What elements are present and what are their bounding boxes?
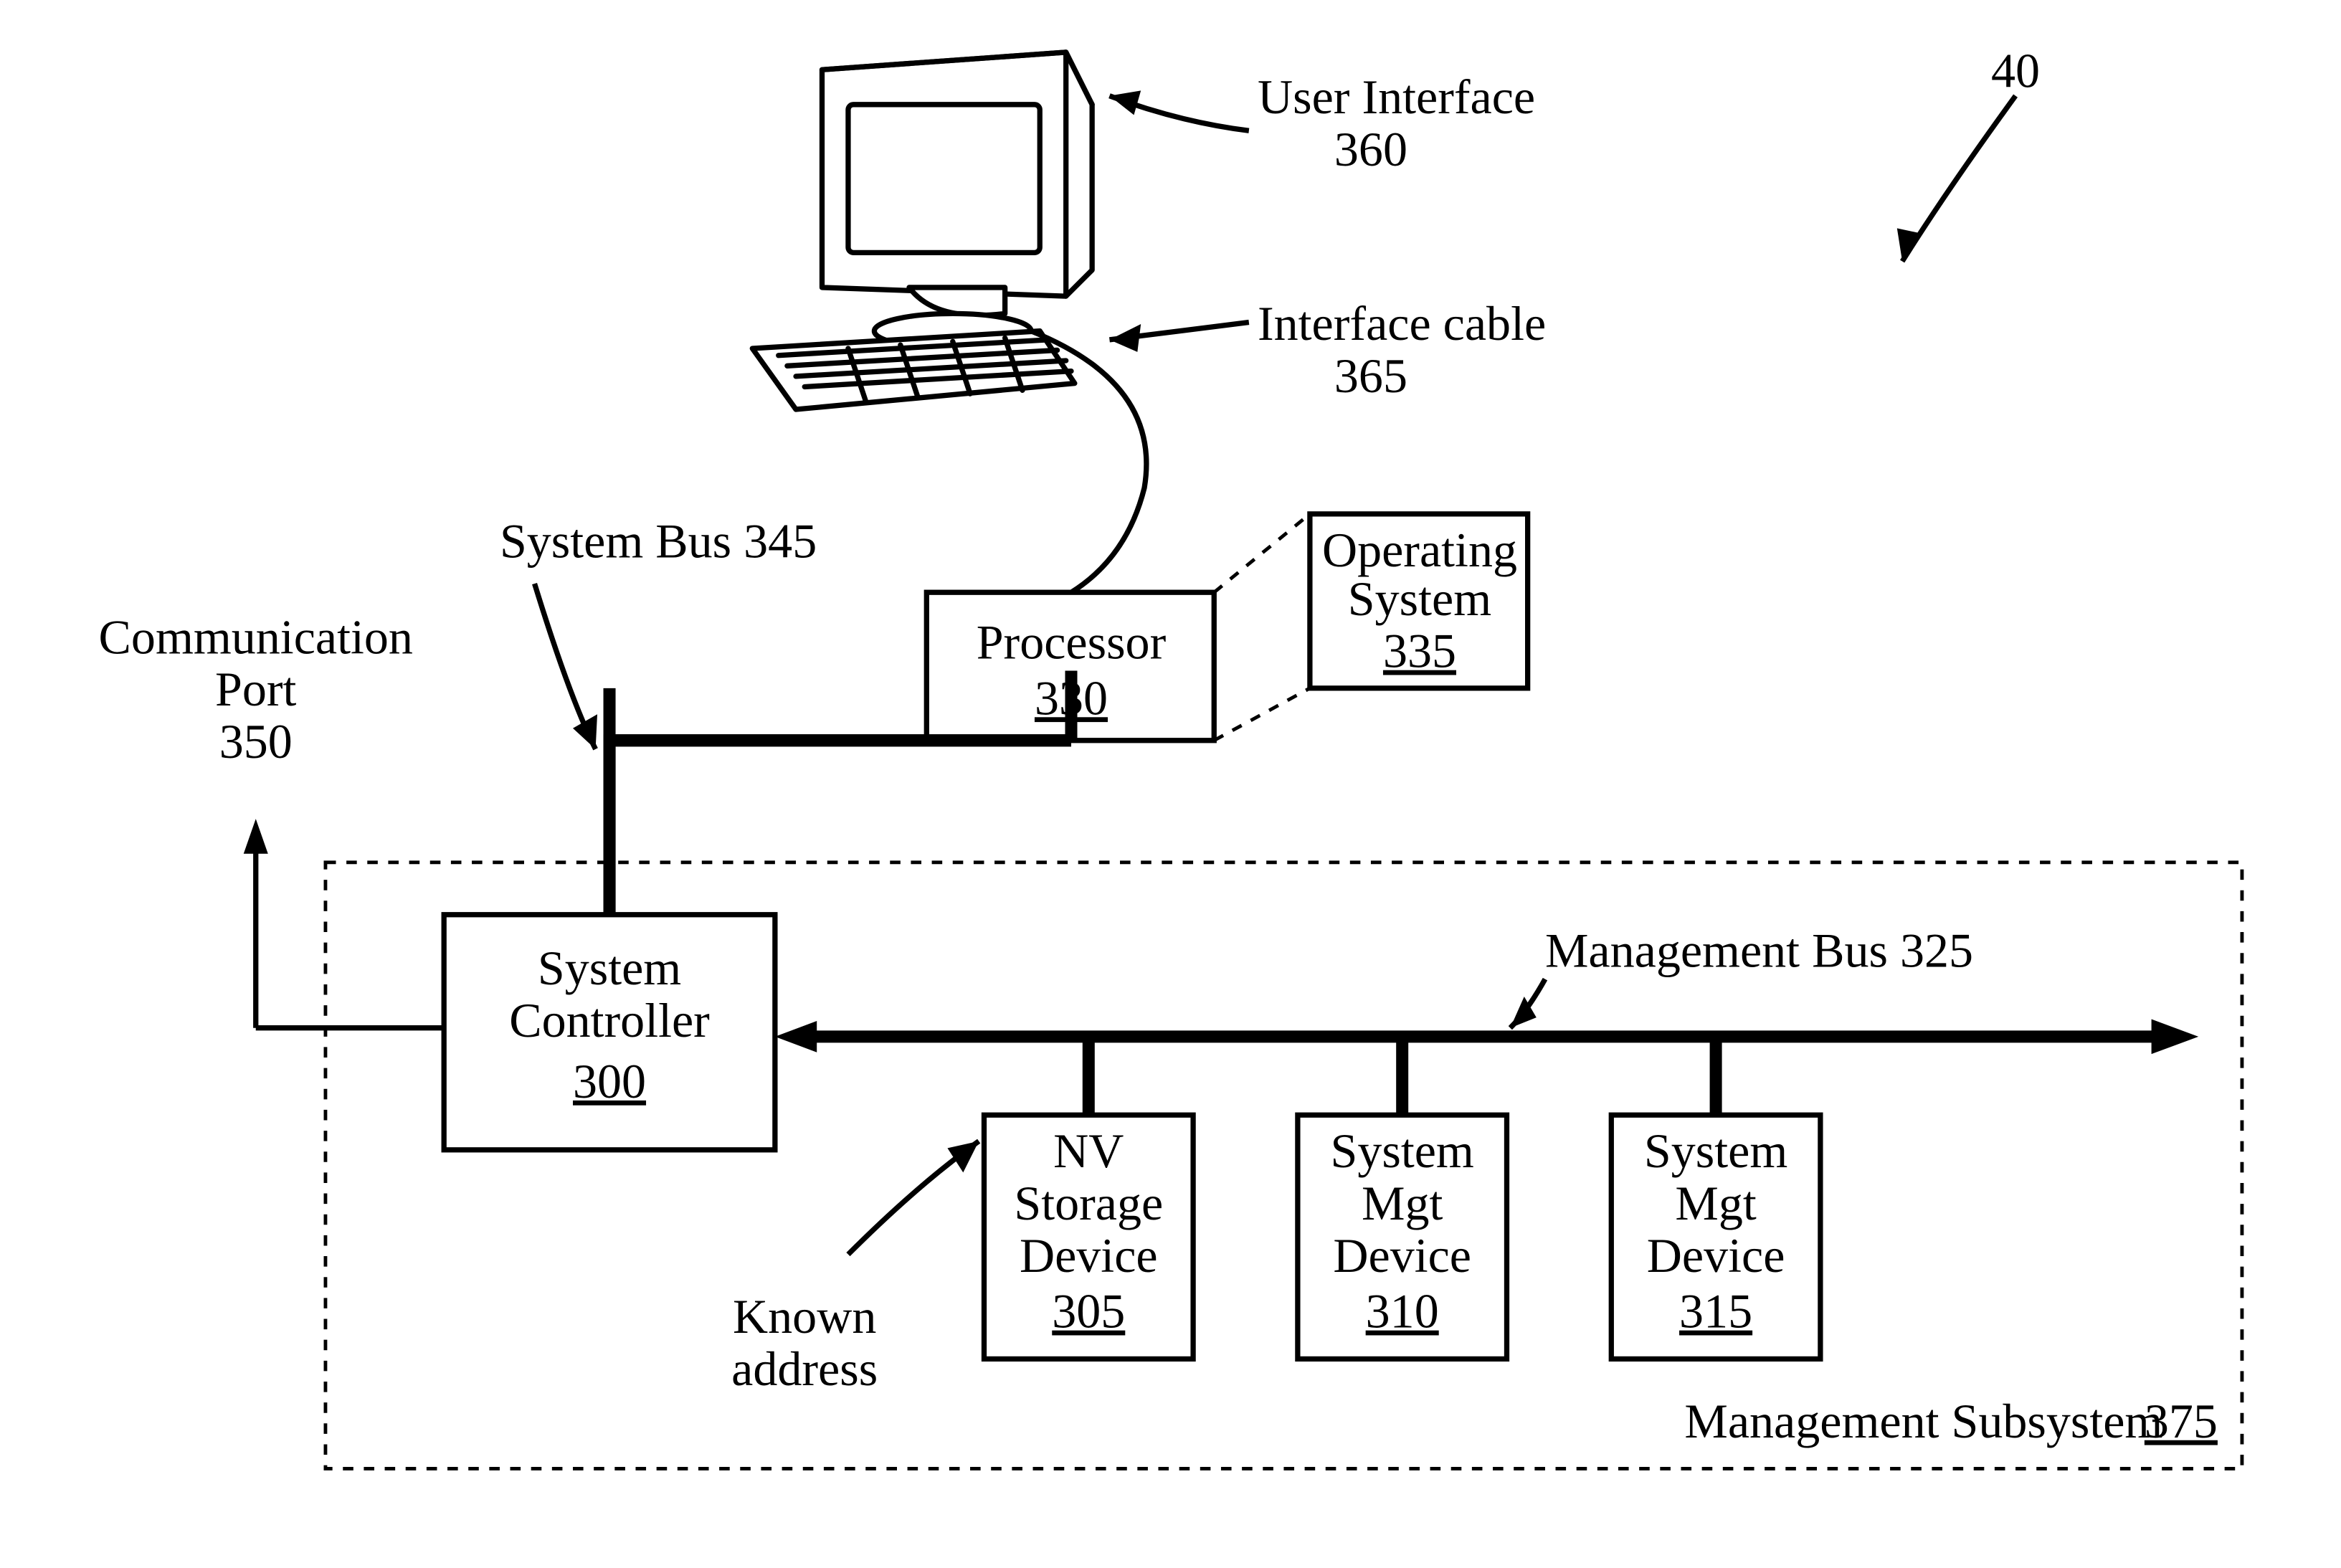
nv-l2: Storage bbox=[1014, 1176, 1163, 1230]
subsys-name: Management Subsystem bbox=[1684, 1394, 2162, 1448]
cable-label: Interface cable bbox=[1258, 296, 1546, 351]
nv-num: 305 bbox=[1052, 1284, 1125, 1339]
ui-num: 360 bbox=[1334, 122, 1407, 176]
os-dash-top bbox=[1214, 514, 1310, 592]
ui-label: User Interface bbox=[1258, 70, 1535, 124]
smd1-l2: Mgt bbox=[1362, 1176, 1443, 1230]
controller-l2: Controller bbox=[509, 993, 710, 1047]
architecture-diagram: 40 User Interface 360 Interface cable 3 bbox=[0, 0, 2341, 1568]
commport-num: 350 bbox=[219, 714, 293, 769]
processor-name: Processor bbox=[977, 615, 1167, 670]
commport-l1: Communication bbox=[99, 609, 413, 664]
os-num: 335 bbox=[1383, 624, 1456, 678]
smd2-l2: Mgt bbox=[1675, 1176, 1757, 1230]
subsys-num: 375 bbox=[2145, 1394, 2218, 1448]
figure-ref-arrowhead bbox=[1897, 228, 1922, 261]
known-l2: address bbox=[731, 1341, 878, 1396]
smd2-num: 315 bbox=[1679, 1284, 1752, 1339]
smd1-l3: Device bbox=[1333, 1228, 1471, 1283]
smd2-l3: Device bbox=[1647, 1228, 1785, 1283]
mgmtbus-label: Management Bus 325 bbox=[1545, 923, 1973, 978]
smd1-num: 310 bbox=[1366, 1284, 1439, 1339]
figure-ref-number: 40 bbox=[1991, 44, 2040, 98]
smd1-l1: System bbox=[1331, 1123, 1474, 1178]
smd2-l1: System bbox=[1644, 1123, 1787, 1178]
cable-num: 365 bbox=[1334, 348, 1407, 403]
nv-l1: NV bbox=[1053, 1123, 1124, 1178]
nv-l3: Device bbox=[1020, 1228, 1158, 1283]
computer-drawing bbox=[752, 52, 1092, 409]
controller-l1: System bbox=[538, 941, 681, 995]
controller-num: 300 bbox=[573, 1054, 646, 1108]
os-l1: Operating bbox=[1322, 523, 1517, 577]
os-dash-bot bbox=[1214, 688, 1310, 741]
sysbus-label: System Bus 345 bbox=[500, 514, 817, 569]
known-l1: Known bbox=[733, 1289, 876, 1344]
os-l2: System bbox=[1348, 571, 1491, 626]
commport-l2: Port bbox=[215, 662, 297, 716]
